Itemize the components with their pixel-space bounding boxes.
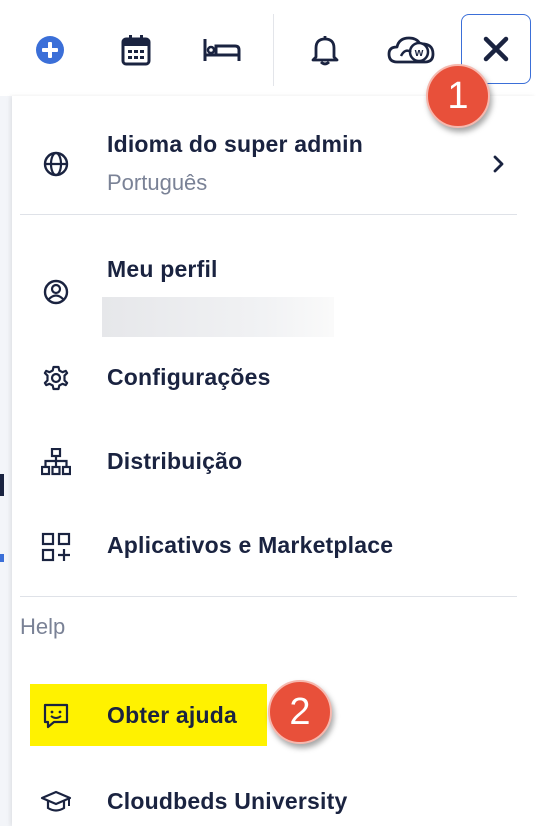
menu-item-cloudbeds-university[interactable]: Cloudbeds University (12, 786, 536, 826)
chat-smile-icon (40, 700, 72, 732)
sitemap-icon (40, 446, 72, 478)
gear-icon (40, 362, 72, 394)
help-section-heading: Help (20, 614, 66, 639)
menu-divider (20, 214, 517, 215)
menu-item-language[interactable]: Idioma do super admin Português (12, 126, 536, 206)
user-circle-icon (40, 276, 72, 308)
distribution-label: Distribuição (107, 448, 243, 474)
menu-item-apps-marketplace[interactable]: Aplicativos e Marketplace (12, 530, 536, 580)
settings-label: Configurações (107, 364, 271, 390)
globe-icon (40, 148, 72, 180)
background-page-strip (0, 96, 12, 826)
apps-grid-icon (40, 531, 72, 563)
menu-item-distribution[interactable]: Distribuição (12, 446, 536, 496)
calendar-icon[interactable] (114, 28, 158, 72)
bell-icon[interactable] (303, 28, 347, 72)
chevron-right-icon (482, 148, 514, 180)
menu-divider (20, 596, 517, 597)
cloudbeds-university-label: Cloudbeds University (107, 788, 348, 814)
add-icon[interactable] (28, 28, 72, 72)
svg-text:w: w (414, 47, 424, 59)
toolbar-divider (273, 14, 274, 86)
language-value: Português (107, 170, 208, 195)
redacted-user-email (102, 297, 334, 337)
close-icon (483, 36, 509, 62)
profile-label: Meu perfil (107, 256, 218, 282)
get-help-label: Obter ajuda (107, 702, 238, 728)
language-label: Idioma do super admin (107, 131, 363, 157)
bed-icon[interactable] (200, 28, 244, 72)
cloud-w-icon[interactable]: w (386, 28, 436, 72)
apps-marketplace-label: Aplicativos e Marketplace (107, 532, 394, 558)
callout-badge-1: 1 (426, 64, 490, 128)
graduation-cap-icon (40, 786, 72, 818)
menu-item-settings[interactable]: Configurações (12, 362, 536, 412)
callout-badge-2: 2 (268, 680, 332, 744)
